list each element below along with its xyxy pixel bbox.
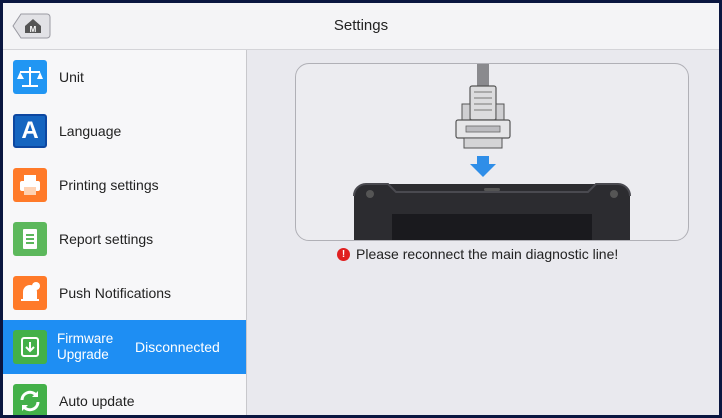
scale-icon	[13, 60, 47, 94]
sidebar-item-report-settings[interactable]: Report settings	[3, 212, 246, 267]
sidebar-item-label: Push Notifications	[59, 285, 172, 301]
report-icon	[13, 222, 47, 256]
sidebar-item-unit[interactable]: Unit	[3, 50, 246, 105]
bell-icon	[13, 276, 47, 310]
sidebar-item-label: Report settings	[59, 231, 154, 247]
firmware-icon	[13, 330, 47, 364]
sidebar-item-printing-settings[interactable]: Printing settings	[3, 158, 246, 213]
main-content: ! Please reconnect the main diagnostic l…	[247, 50, 719, 415]
error-message-text: Please reconnect the main diagnostic lin…	[356, 246, 619, 262]
header-bar: M Settings	[3, 3, 719, 50]
sidebar-item-label: Language	[59, 123, 122, 139]
cable-connector-icon	[353, 64, 631, 240]
warning-icon: !	[337, 247, 350, 261]
sidebar-item-label: Firmware Upgrade	[57, 331, 114, 362]
sidebar: Unit A Language Printing settings Report…	[3, 50, 247, 415]
settings-screen: M Settings Unit A Language Printing sett…	[3, 3, 719, 415]
sidebar-item-auto-update[interactable]: Auto update	[3, 374, 246, 415]
sidebar-item-push-notifications[interactable]: Push Notifications	[3, 266, 246, 321]
printer-icon	[13, 168, 47, 202]
sidebar-item-firmware-upgrade[interactable]: Firmware Upgrade Disconnected	[3, 320, 246, 375]
sidebar-item-label: Printing settings	[59, 177, 159, 193]
refresh-icon	[13, 384, 47, 415]
language-icon: A	[13, 114, 47, 148]
sidebar-item-label: Auto update	[59, 393, 135, 409]
diagnostic-cable-illustration	[295, 63, 689, 241]
error-message: ! Please reconnect the main diagnostic l…	[337, 246, 618, 262]
sidebar-item-label: Unit	[59, 69, 84, 85]
status-badge: Disconnected	[135, 339, 220, 355]
page-title: Settings	[333, 17, 389, 34]
sidebar-item-language[interactable]: A Language	[3, 104, 246, 159]
